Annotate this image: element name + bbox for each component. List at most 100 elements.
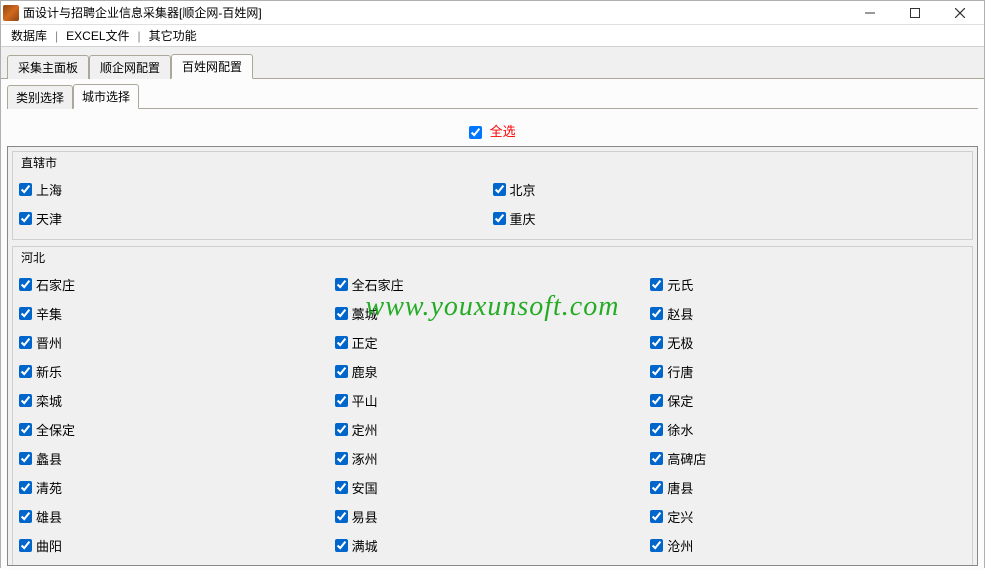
city-checkbox[interactable] [19, 278, 32, 291]
city-item[interactable]: 鹿泉 [335, 357, 651, 386]
city-checkbox[interactable] [19, 481, 32, 494]
city-item[interactable]: 无极 [650, 328, 966, 357]
city-item[interactable]: 清苑 [19, 473, 335, 502]
close-button[interactable] [937, 2, 982, 24]
city-checkbox[interactable] [335, 307, 348, 320]
city-item[interactable]: 全保定 [19, 415, 335, 444]
menu-database[interactable]: 数据库 [5, 25, 53, 46]
tab-content: 类别选择城市选择 全选 直辖市上海北京天津重庆河北石家庄全石家庄元氏辛集藁城赵县… [1, 79, 984, 570]
city-label: 藁城 [352, 304, 378, 323]
city-label: 满城 [352, 536, 378, 555]
city-item[interactable]: 正定 [335, 328, 651, 357]
city-item[interactable]: 赵县 [650, 299, 966, 328]
city-checkbox[interactable] [335, 481, 348, 494]
city-item[interactable]: 上海 [19, 175, 493, 204]
city-item[interactable]: 高碑店 [650, 444, 966, 473]
city-item[interactable]: 河间 [650, 560, 966, 566]
city-item[interactable]: 北京 [493, 175, 967, 204]
city-checkbox[interactable] [335, 278, 348, 291]
city-item[interactable]: 天津 [19, 204, 493, 233]
city-checkbox[interactable] [650, 452, 663, 465]
window-title: 面设计与招聘企业信息采集器[顺企网-百姓网] [23, 4, 847, 21]
menu-other[interactable]: 其它功能 [143, 25, 203, 46]
main-tab-2[interactable]: 百姓网配置 [171, 54, 253, 79]
city-checkbox[interactable] [650, 278, 663, 291]
city-label: 石家庄 [36, 275, 75, 294]
city-checkbox[interactable] [335, 510, 348, 523]
city-checkbox[interactable] [493, 212, 506, 225]
city-item[interactable]: 安国 [335, 473, 651, 502]
city-checkbox[interactable] [650, 336, 663, 349]
sub-tab-row: 类别选择城市选择 [7, 83, 978, 109]
city-checkbox[interactable] [650, 365, 663, 378]
city-item[interactable]: 雄县 [19, 502, 335, 531]
titlebar: 面设计与招聘企业信息采集器[顺企网-百姓网] [1, 1, 984, 25]
city-checkbox[interactable] [650, 394, 663, 407]
city-checkbox[interactable] [19, 510, 32, 523]
city-item[interactable]: 沧县 [335, 560, 651, 566]
city-item[interactable]: 平山 [335, 386, 651, 415]
city-checkbox[interactable] [335, 539, 348, 552]
city-item[interactable]: 曲阳 [19, 531, 335, 560]
city-item[interactable]: 辛集 [19, 299, 335, 328]
maximize-button[interactable] [892, 2, 937, 24]
city-checkbox[interactable] [19, 394, 32, 407]
city-item[interactable]: 唐县 [650, 473, 966, 502]
city-item[interactable]: 沧州 [650, 531, 966, 560]
city-item[interactable]: 藁城 [335, 299, 651, 328]
city-checkbox[interactable] [493, 183, 506, 196]
city-checkbox[interactable] [19, 336, 32, 349]
city-item[interactable]: 满城 [335, 531, 651, 560]
city-label: 定兴 [667, 507, 693, 526]
city-checkbox[interactable] [650, 539, 663, 552]
city-item[interactable]: 定兴 [650, 502, 966, 531]
city-checkbox[interactable] [19, 539, 32, 552]
main-tab-1[interactable]: 顺企网配置 [89, 55, 171, 79]
city-item[interactable]: 新乐 [19, 357, 335, 386]
menu-separator: | [136, 29, 143, 43]
city-checkbox[interactable] [650, 423, 663, 436]
city-item[interactable]: 石家庄 [19, 270, 335, 299]
city-label: 清苑 [36, 478, 62, 497]
city-checkbox[interactable] [335, 336, 348, 349]
city-checkbox[interactable] [335, 394, 348, 407]
city-item[interactable]: 行唐 [650, 357, 966, 386]
city-checkbox[interactable] [19, 212, 32, 225]
city-checkbox[interactable] [19, 365, 32, 378]
city-checkbox[interactable] [650, 481, 663, 494]
city-checkbox[interactable] [19, 183, 32, 196]
city-item[interactable]: 徐水 [650, 415, 966, 444]
city-checkbox[interactable] [19, 307, 32, 320]
city-checkbox[interactable] [335, 452, 348, 465]
city-item[interactable]: 全石家庄 [335, 270, 651, 299]
city-scroll-area[interactable]: 直辖市上海北京天津重庆河北石家庄全石家庄元氏辛集藁城赵县晋州正定无极新乐鹿泉行唐… [7, 146, 978, 566]
city-item[interactable]: 栾城 [19, 386, 335, 415]
minimize-button[interactable] [847, 2, 892, 24]
city-item[interactable]: 易县 [335, 502, 651, 531]
city-item[interactable]: 保定 [650, 386, 966, 415]
city-checkbox[interactable] [19, 452, 32, 465]
city-checkbox[interactable] [650, 510, 663, 523]
window-controls [847, 2, 982, 24]
city-item[interactable]: 蠡县 [19, 444, 335, 473]
select-all-label[interactable]: 全选 [490, 124, 516, 139]
city-checkbox[interactable] [650, 307, 663, 320]
menubar: 数据库 | EXCEL文件 | 其它功能 [1, 25, 984, 47]
select-all-checkbox[interactable] [469, 126, 482, 139]
main-tab-0[interactable]: 采集主面板 [7, 55, 89, 79]
city-checkbox[interactable] [19, 423, 32, 436]
city-item[interactable]: 定州 [335, 415, 651, 444]
sub-tab-0[interactable]: 类别选择 [7, 85, 73, 109]
city-label: 正定 [352, 333, 378, 352]
sub-tab-1[interactable]: 城市选择 [73, 84, 139, 109]
city-item[interactable]: 元氏 [650, 270, 966, 299]
city-item[interactable]: 重庆 [493, 204, 967, 233]
city-item[interactable]: 晋州 [19, 328, 335, 357]
city-checkbox[interactable] [335, 365, 348, 378]
city-item[interactable]: 全沧州 [19, 560, 335, 566]
city-checkbox[interactable] [335, 423, 348, 436]
city-label: 河间 [667, 565, 693, 566]
city-label: 全保定 [36, 420, 75, 439]
menu-excel[interactable]: EXCEL文件 [60, 25, 135, 46]
city-item[interactable]: 涿州 [335, 444, 651, 473]
